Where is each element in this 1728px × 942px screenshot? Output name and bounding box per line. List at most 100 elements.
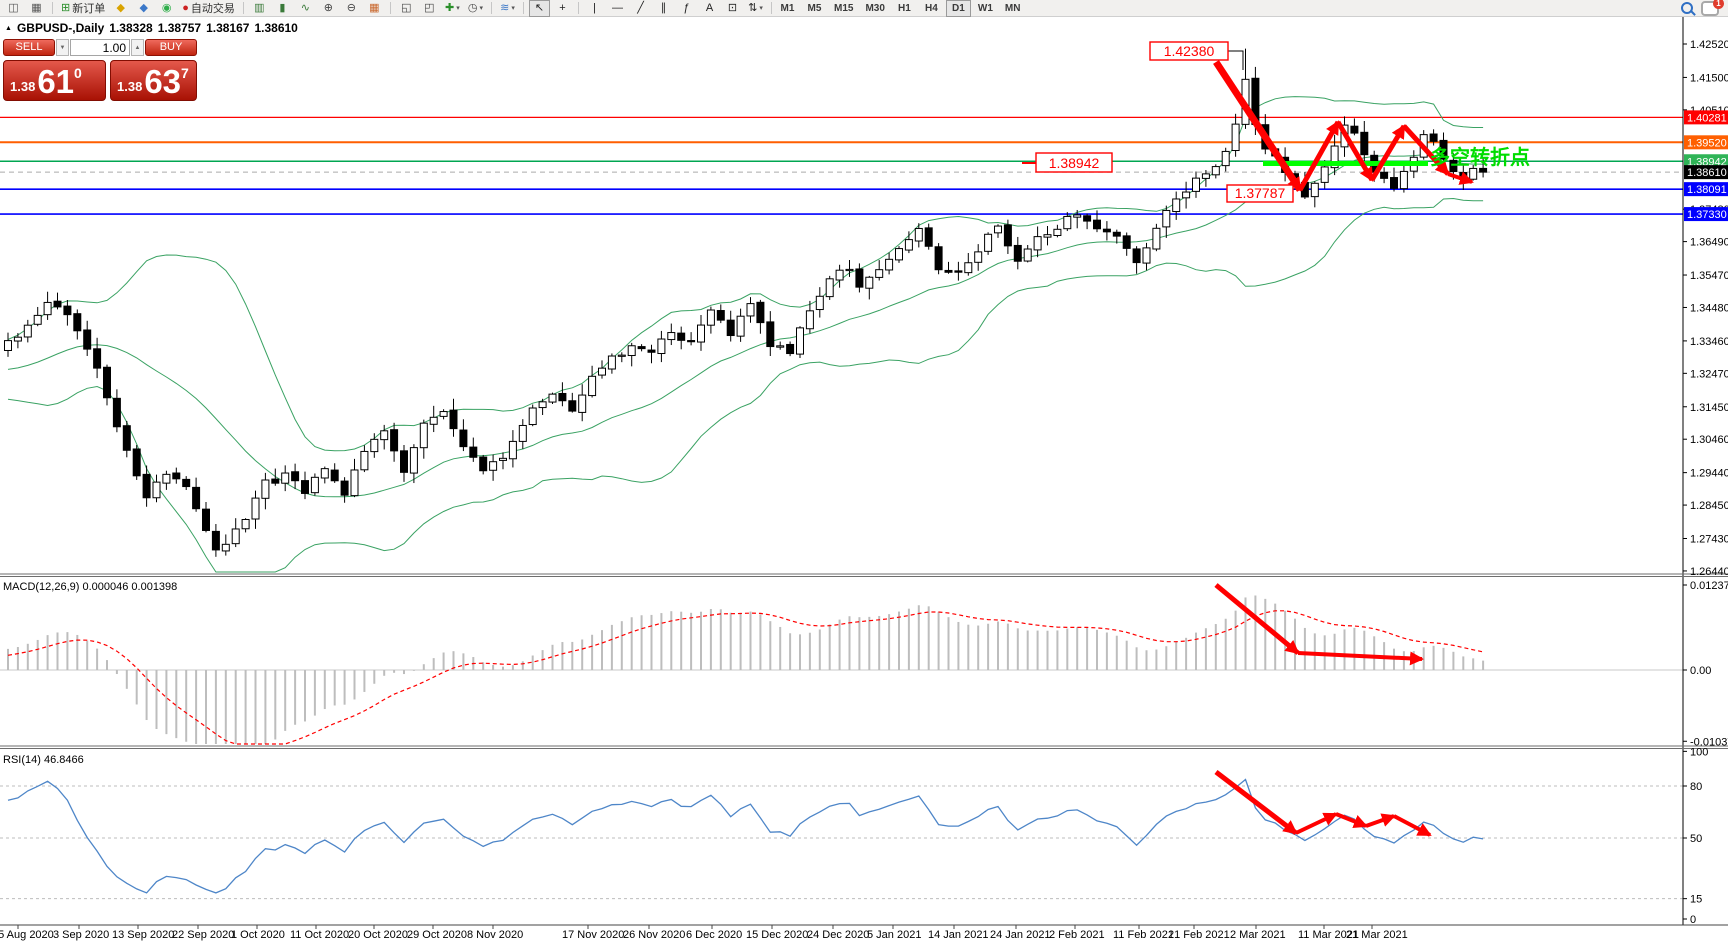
timeframe-button-M1[interactable]: M1 <box>775 0 800 17</box>
rsi-tick-label: 80 <box>1690 781 1702 793</box>
timeframe-button-M15[interactable]: M15 <box>829 0 858 17</box>
date-label: 26 Nov 2020 <box>623 929 685 941</box>
horizontal-line-icon: — <box>612 3 623 14</box>
volume-down-button[interactable]: ▼ <box>56 39 69 56</box>
macd-tick-label: 0.012372 <box>1690 580 1728 592</box>
market-button[interactable]: ◆ <box>133 0 154 17</box>
ask-price-box[interactable]: 1.38 63 7 <box>110 60 197 101</box>
price-tick-label: 1.33460 <box>1690 336 1728 348</box>
macd-tick-label: 0.00 <box>1690 665 1711 677</box>
bid-price-small: 1.38 <box>10 79 35 94</box>
price-tick-label: 1.29440 <box>1690 468 1728 480</box>
vertical-line-button[interactable]: | <box>584 0 605 17</box>
fibonacci-icon: ƒ <box>683 3 689 14</box>
arrows-button[interactable]: ⇅▾ <box>745 0 766 17</box>
chart-profiles-button[interactable]: ▦ <box>26 0 47 17</box>
ohlc-open: 1.38328 <box>109 21 152 35</box>
new-order-button[interactable]: ⊞新订单 <box>58 0 108 17</box>
sell-button[interactable]: SELL <box>3 39 55 56</box>
date-label: 11 Feb 2021 <box>1113 929 1174 941</box>
cn-annotation-text[interactable]: 多空转折点 <box>1430 145 1530 169</box>
timeframe-button-H4[interactable]: H4 <box>919 0 944 17</box>
date-label: 13 Sep 2020 <box>112 929 174 941</box>
auto-trading-icon: ● <box>182 3 189 14</box>
indicators-list-button[interactable]: ≋▾ <box>497 0 518 17</box>
indicator-window-button[interactable]: ◱ <box>396 0 417 17</box>
ask-price-sup: 7 <box>181 65 189 81</box>
timeframe-button-D1[interactable]: D1 <box>946 0 971 17</box>
rsi-trend-arrow[interactable] <box>1366 816 1394 826</box>
rsi-trend-arrow[interactable] <box>1216 772 1296 833</box>
toolbar-separator <box>390 2 391 14</box>
rsi-tick-label: 15 <box>1690 894 1702 906</box>
fibonacci-button[interactable]: ƒ <box>676 0 697 17</box>
chart-title-icon: ▲ <box>5 25 12 32</box>
search-icon[interactable] <box>1681 2 1693 14</box>
chat-icon[interactable]: 1 <box>1701 1 1719 16</box>
timeframe-button-H1[interactable]: H1 <box>892 0 917 17</box>
horizontal-line-button[interactable]: — <box>607 0 628 17</box>
rsi-trend-arrow[interactable] <box>1336 814 1366 826</box>
bid-price-box[interactable]: 1.38 61 0 <box>3 60 106 101</box>
rsi-trend-arrow[interactable] <box>1394 816 1430 835</box>
text-button[interactable]: A <box>699 0 720 17</box>
indicator-window-2-button[interactable]: ◰ <box>419 0 440 17</box>
peak-price-label-text: 1.42380 <box>1164 43 1215 59</box>
notification-badge: 1 <box>1713 0 1724 9</box>
chart-symbol: GBPUSD-,Daily <box>17 21 104 35</box>
text-label-icon: ⊡ <box>728 3 737 14</box>
history-center-button[interactable]: ◆ <box>110 0 131 17</box>
toolbar-separator <box>578 2 579 14</box>
low-price-label-text: 1.37787 <box>1235 185 1286 201</box>
price-tick-label: 1.31450 <box>1690 402 1728 414</box>
macd-indicator: MACD(12,26,9) 0.000046 0.001398 <box>0 581 1683 744</box>
signals-button[interactable]: ◉ <box>156 0 177 17</box>
rsi-label: RSI(14) 46.8466 <box>3 754 84 766</box>
volume-input[interactable] <box>70 39 130 56</box>
crosshair-button[interactable]: + <box>552 0 573 17</box>
date-label: 8 Nov 2020 <box>467 929 523 941</box>
rsi-indicator: RSI(14) 46.8466 <box>0 754 1683 899</box>
candlesticks <box>5 49 1487 557</box>
date-label: 24 Dec 2020 <box>807 929 869 941</box>
date-label: 22 Sep 2020 <box>172 929 234 941</box>
history-center-icon: ◆ <box>116 3 124 14</box>
zoom-out-button[interactable]: ⊖ <box>341 0 362 17</box>
toolbar-separator <box>523 2 524 14</box>
timeframe-button-M30[interactable]: M30 <box>860 0 889 17</box>
one-click-trading-panel: SELL ▼ ▲ BUY 1.38 61 0 1.38 63 7 <box>3 39 199 101</box>
new-chart-button[interactable]: ◫ <box>3 0 24 17</box>
add-indicator-button[interactable]: ✚▾ <box>442 0 463 17</box>
market-icon: ◆ <box>139 3 147 14</box>
bid-price-big: 61 <box>37 66 74 97</box>
auto-trading-button[interactable]: ●自动交易 <box>179 0 238 17</box>
timeframe-button-MN[interactable]: MN <box>1000 0 1026 17</box>
periods-icon: ◷ <box>468 3 478 14</box>
bar-chart-button[interactable]: ▥ <box>249 0 270 17</box>
bar-chart-icon: ▥ <box>254 3 264 14</box>
text-icon: A <box>706 3 713 14</box>
volume-up-button[interactable]: ▲ <box>131 39 144 56</box>
candlestick-chart-button[interactable]: ▮ <box>272 0 293 17</box>
price-badge-1.37330-text: 1.37330 <box>1687 209 1727 221</box>
trend-line-button[interactable]: ╱ <box>630 0 651 17</box>
cursor-icon: ↖ <box>535 3 544 14</box>
periods-button[interactable]: ◷▾ <box>465 0 486 17</box>
equidistant-channel-button[interactable]: ∥ <box>653 0 674 17</box>
timeframe-button-W1[interactable]: W1 <box>973 0 998 17</box>
zoom-in-button[interactable]: ⊕ <box>318 0 339 17</box>
chart-canvas[interactable]: MACD(12,26,9) 0.000046 0.001398 RSI(14) 4… <box>0 0 1728 942</box>
chart-title: ▲ GBPUSD-,Daily 1.38328 1.38757 1.38167 … <box>5 21 298 35</box>
tile-windows-button[interactable]: ▦ <box>364 0 385 17</box>
bid-price-sup: 0 <box>74 65 82 81</box>
price-tick-label: 1.32470 <box>1690 368 1728 380</box>
line-chart-button[interactable]: ∿ <box>295 0 316 17</box>
price-tick-label: 1.36490 <box>1690 237 1728 249</box>
price-tick-label: 1.41500 <box>1690 72 1728 84</box>
cursor-button[interactable]: ↖ <box>529 0 550 17</box>
timeframe-button-M5[interactable]: M5 <box>802 0 827 17</box>
rsi-trend-arrow[interactable] <box>1296 814 1336 833</box>
buy-button[interactable]: BUY <box>145 39 197 56</box>
text-label-button[interactable]: ⊡ <box>722 0 743 17</box>
date-label: 5 Jan 2021 <box>867 929 921 941</box>
